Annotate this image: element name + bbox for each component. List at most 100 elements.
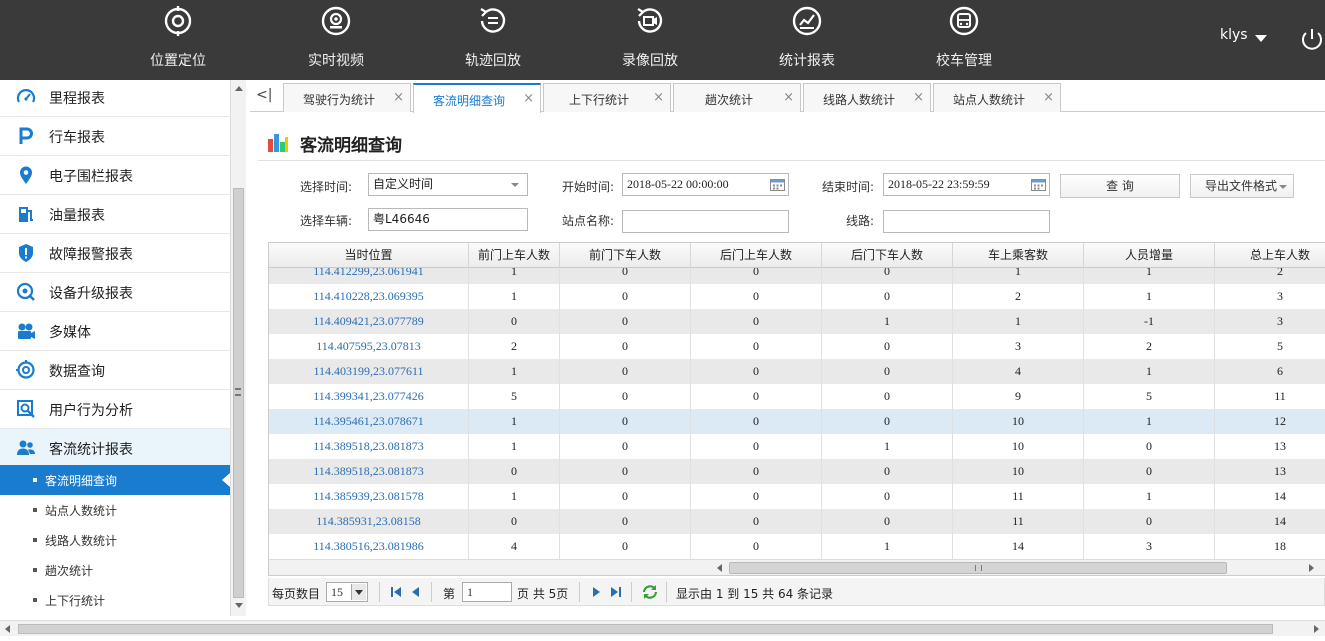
calendar-icon[interactable] [770,178,785,191]
tab-route-count[interactable]: 线路人数统计 × [803,83,931,112]
sidebar-subitem-flow-detail[interactable]: 客流明细查询 [0,465,230,495]
prev-page-icon[interactable] [409,584,423,600]
table-row[interactable]: 114.409421,23.077789 0 0 0 1 1 -1 3 [269,309,1325,334]
close-icon[interactable]: × [913,90,924,105]
sidebar-subitem-route-count[interactable]: 线路人数统计 [0,525,230,555]
scroll-down-icon[interactable] [235,603,243,608]
scrollbar-thumb[interactable] [18,624,1273,634]
scroll-right-icon[interactable] [1314,625,1319,633]
sidebar-item-mileage[interactable]: 里程报表 [0,80,230,117]
location-link[interactable]: 114.389518,23.081873 [269,459,469,484]
sidebar-item-fault-alarm[interactable]: 故障报警报表 [0,234,230,273]
fuel-pump-icon [19,207,33,222]
column-header[interactable]: 后门下车人数 [822,243,953,268]
table-row[interactable]: 114.410228,23.069395 1 0 0 0 2 1 3 [269,284,1325,309]
sidebar-item-driving[interactable]: 行车报表 [0,117,230,156]
sidebar-item-fuel[interactable]: 油量报表 [0,195,230,234]
close-icon[interactable]: × [783,90,794,105]
record-summary: 显示由 1 到 15 共 64 条记录 [676,587,834,601]
table-row[interactable]: 114.385931,23.08158 0 0 0 0 11 0 14 [269,509,1325,534]
power-icon[interactable] [1299,27,1325,53]
scrollbar-thumb[interactable] [729,562,1227,574]
tab-station-count[interactable]: 站点人数统计 × [933,83,1061,112]
time-select[interactable]: 自定义时间 [368,173,528,196]
table-row[interactable]: 114.403199,23.077611 1 0 0 0 4 1 6 [269,359,1325,384]
tab-flow-detail[interactable]: 客流明细查询 × [413,83,541,113]
column-header[interactable]: 总上车人数 [1215,243,1325,268]
close-icon[interactable]: × [393,90,404,105]
export-format-button[interactable]: 导出文件格式 [1190,174,1294,198]
tab-scroll-left-button[interactable]: <| [256,87,272,103]
column-header[interactable]: 当时位置 [269,243,469,268]
column-header[interactable]: 前门上车人数 [469,243,560,268]
nav-live-video[interactable]: 实时视频 [281,0,391,80]
nav-track-replay[interactable]: 轨迹回放 [438,0,548,80]
station-input[interactable] [622,210,789,233]
table-row[interactable]: 114.395461,23.078671 1 0 0 0 10 1 12 [269,409,1325,434]
username[interactable]: klys [1220,27,1248,43]
next-page-icon[interactable] [589,584,603,600]
sidebar-item-multimedia[interactable]: 多媒体 [0,312,230,351]
tab-updown-stat[interactable]: 上下行统计 × [543,83,671,112]
location-link[interactable]: 114.385931,23.08158 [269,509,469,534]
refresh-icon[interactable] [641,584,659,600]
sidebar-scrollbar[interactable] [230,80,246,616]
page-number-input[interactable]: 1 [462,582,512,602]
sidebar-subitem-updown-count[interactable]: 上下行统计 [0,585,230,615]
per-page-select[interactable]: 15 [326,582,368,602]
scroll-up-icon[interactable] [235,86,243,91]
location-link[interactable]: 114.399341,23.077426 [269,384,469,409]
route-input[interactable] [883,210,1050,233]
end-time-input[interactable]: 2018-05-22 23:59:59 [883,173,1050,196]
table-row[interactable]: 114.389518,23.081873 1 0 0 1 10 0 13 [269,434,1325,459]
location-link[interactable]: 114.410228,23.069395 [269,284,469,309]
first-page-icon[interactable] [389,584,403,600]
page-horizontal-scrollbar[interactable] [0,620,1325,636]
tab-driving-behavior[interactable]: 驾驶行为统计 × [283,83,411,112]
sidebar-item-data-query[interactable]: 数据查询 [0,351,230,390]
table-row[interactable]: 114.385939,23.081578 1 0 0 0 11 1 14 [269,484,1325,509]
column-header[interactable]: 人员增量 [1084,243,1215,268]
scroll-left-icon[interactable] [717,564,722,572]
table-horizontal-scrollbar[interactable] [269,559,1325,575]
calendar-icon[interactable] [1031,178,1046,191]
query-button[interactable]: 查 询 [1060,174,1180,198]
sidebar-item-passenger-flow[interactable]: 客流统计报表 [0,429,230,468]
location-link[interactable]: 114.389518,23.081873 [269,434,469,459]
nav-statistics[interactable]: 统计报表 [752,0,862,80]
last-page-icon[interactable] [609,584,623,600]
sidebar-subitem-station-count[interactable]: 站点人数统计 [0,495,230,525]
sidebar-subitem-trip-count[interactable]: 趟次统计 [0,555,230,585]
close-icon[interactable]: × [523,91,534,106]
table-row[interactable]: 114.389518,23.081873 0 0 0 0 10 0 13 [269,459,1325,484]
table-row[interactable]: 114.399341,23.077426 5 0 0 0 9 5 11 [269,384,1325,409]
close-icon[interactable]: × [1043,90,1054,105]
close-icon[interactable]: × [653,90,664,105]
column-header[interactable]: 前门下车人数 [560,243,691,268]
sidebar-item-user-behavior[interactable]: 用户行为分析 [0,390,230,429]
location-link[interactable]: 114.412299,23.061941 [269,268,469,284]
location-link[interactable]: 114.409421,23.077789 [269,309,469,334]
table-row[interactable]: 114.412299,23.061941 1 0 0 0 1 1 2 [269,268,1325,284]
sidebar-item-device-upgrade[interactable]: 设备升级报表 [0,273,230,312]
start-time-input[interactable]: 2018-05-22 00:00:00 [622,173,789,196]
location-link[interactable]: 114.395461,23.078671 [269,409,469,434]
location-link[interactable]: 114.403199,23.077611 [269,359,469,384]
sidebar-item-geofence[interactable]: 电子围栏报表 [0,156,230,195]
column-header[interactable]: 后门上车人数 [691,243,822,268]
vehicle-input[interactable]: 粤L46646 [368,208,528,231]
table-row[interactable]: 114.407595,23.07813 2 0 0 0 3 2 5 [269,334,1325,359]
nav-school-bus[interactable]: 校车管理 [909,0,1019,80]
nav-video-replay[interactable]: 录像回放 [595,0,705,80]
tab-trip-stat[interactable]: 趟次统计 × [673,83,801,112]
location-link[interactable]: 114.407595,23.07813 [269,334,469,359]
chevron-down-icon[interactable] [1255,35,1267,42]
nav-location[interactable]: 位置定位 [123,0,233,80]
column-header[interactable]: 车上乘客数 [953,243,1084,268]
location-link[interactable]: 114.380516,23.081986 [269,534,469,559]
scroll-right-icon[interactable] [1309,564,1314,572]
table-row[interactable]: 114.380516,23.081986 4 0 0 1 14 3 18 [269,534,1325,559]
scroll-left-icon[interactable] [5,625,10,633]
dropdown-button[interactable] [351,584,366,600]
location-link[interactable]: 114.385939,23.081578 [269,484,469,509]
